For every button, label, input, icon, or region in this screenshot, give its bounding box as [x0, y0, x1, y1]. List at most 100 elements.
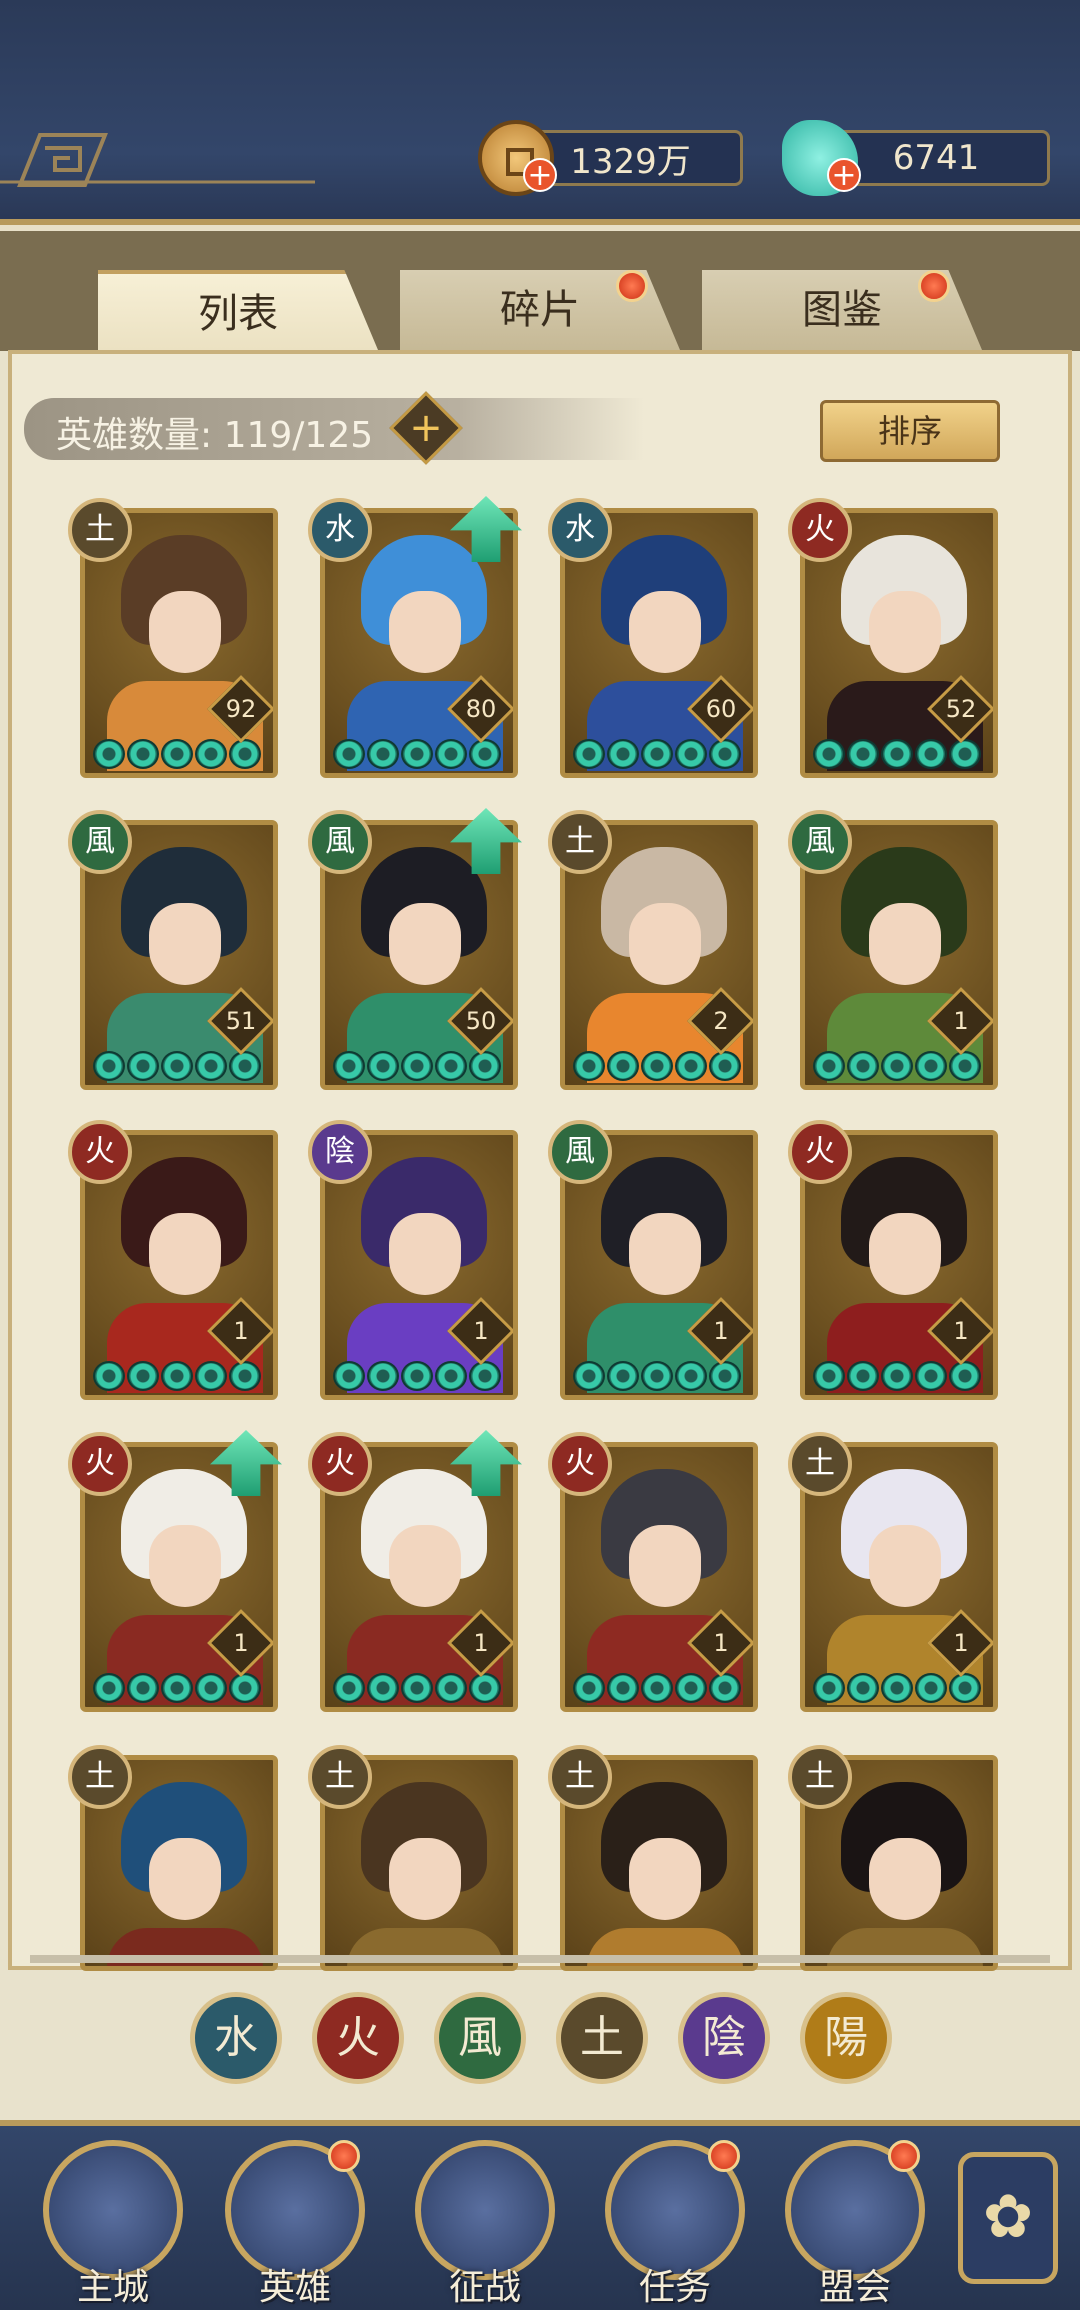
jade-gem-icon	[573, 1051, 605, 1081]
jade-gem-icon	[195, 739, 227, 769]
jade-gem-icon	[607, 1051, 639, 1081]
jade-gem-icon	[195, 1051, 227, 1081]
hero-body	[107, 1928, 263, 1966]
jade-gem-icon	[675, 1361, 707, 1391]
filter-water[interactable]: 水	[190, 1992, 282, 2084]
jade-gem-icon	[573, 1361, 605, 1391]
jade-gem-icon	[675, 1051, 707, 1081]
element-badge: 火	[308, 1432, 372, 1496]
jade-gem-icon	[847, 739, 879, 769]
star-gems	[93, 1051, 273, 1081]
jade-gem-icon	[813, 1673, 845, 1703]
flower-menu-icon: ✿	[982, 2182, 1034, 2252]
hero-face	[389, 903, 461, 985]
nav-main-city[interactable]: 主城	[38, 2140, 188, 2310]
hero-face	[869, 903, 941, 985]
jade-gem-icon	[367, 1361, 399, 1391]
jade-gem-icon	[367, 1051, 399, 1081]
hero-level: 1	[233, 1317, 249, 1345]
nav-campaign-label: 征战	[448, 2267, 521, 2308]
hero-face	[869, 1838, 941, 1920]
jade-gem-icon	[401, 1051, 433, 1081]
jade-gem-icon	[161, 1361, 193, 1391]
nav-heroes[interactable]: 英雄	[220, 2140, 370, 2310]
jade-gem-icon	[229, 1673, 261, 1703]
nav-campaign[interactable]: 征战	[410, 2140, 560, 2310]
hero-level: 1	[713, 1317, 729, 1345]
hero-body	[827, 1928, 983, 1966]
nav-guild[interactable]: 盟会	[780, 2140, 930, 2310]
jade-gem-icon	[607, 1673, 639, 1703]
hero-face	[629, 1525, 701, 1607]
filter-yang[interactable]: 陽	[800, 1992, 892, 2084]
jade-gem-icon	[915, 1673, 947, 1703]
hero-level: 60	[705, 695, 737, 723]
jade-gem-icon	[813, 739, 845, 769]
star-gems	[93, 1673, 273, 1703]
jade-gem-icon	[195, 1673, 227, 1703]
jade-gem-icon	[641, 1673, 673, 1703]
jade-gem-icon	[333, 1361, 365, 1391]
jade-gem-icon	[607, 1361, 639, 1391]
jade-gem-icon	[127, 1051, 159, 1081]
filter-wind[interactable]: 風	[434, 1992, 526, 2084]
nav-tasks[interactable]: 任务	[600, 2140, 750, 2310]
element-badge: 風	[308, 810, 372, 874]
jade-gem-icon	[469, 1361, 501, 1391]
jade-gem-icon	[127, 1361, 159, 1391]
hero-level: 80	[465, 695, 497, 723]
element-badge: 土	[308, 1745, 372, 1809]
jade-gem-icon	[195, 1361, 227, 1391]
hero-face	[149, 903, 221, 985]
element-filter-row: 水 火 風 土 陰 陽	[190, 1992, 892, 2088]
jade-gem-icon	[607, 739, 639, 769]
jade-gem-icon	[469, 1051, 501, 1081]
hero-level: 1	[233, 1629, 249, 1657]
element-badge: 土	[68, 1745, 132, 1809]
hero-face	[869, 1213, 941, 1295]
element-badge: 火	[788, 498, 852, 562]
jade-gem-icon	[881, 739, 913, 769]
nav-tasks-label: 任务	[638, 2267, 711, 2308]
jade-gem-icon	[161, 1673, 193, 1703]
jade-gem-icon	[435, 1361, 467, 1391]
star-gems	[813, 739, 993, 769]
jade-gem-icon	[915, 1361, 947, 1391]
element-badge: 火	[548, 1432, 612, 1496]
hero-face	[389, 1213, 461, 1295]
element-badge: 陰	[308, 1120, 372, 1184]
jade-gem-icon	[367, 1673, 399, 1703]
hero-level: 1	[473, 1317, 489, 1345]
star-gems	[813, 1361, 993, 1391]
star-gems	[333, 1673, 513, 1703]
jade-gem-icon	[949, 1673, 981, 1703]
element-badge: 火	[68, 1120, 132, 1184]
star-gems	[813, 1051, 993, 1081]
more-menu-button[interactable]: ✿	[958, 2152, 1058, 2284]
element-badge: 土	[68, 498, 132, 562]
element-badge: 水	[308, 498, 372, 562]
hero-face	[149, 1838, 221, 1920]
hero-face	[389, 1525, 461, 1607]
hero-face	[869, 1525, 941, 1607]
hero-face	[629, 903, 701, 985]
jade-gem-icon	[949, 739, 981, 769]
jade-gem-icon	[847, 1361, 879, 1391]
star-gems	[573, 1673, 753, 1703]
jade-gem-icon	[127, 1673, 159, 1703]
jade-gem-icon	[229, 1051, 261, 1081]
filter-yin[interactable]: 陰	[678, 1992, 770, 2084]
jade-gem-icon	[469, 1673, 501, 1703]
jade-gem-icon	[93, 739, 125, 769]
jade-gem-icon	[573, 739, 605, 769]
jade-gem-icon	[573, 1673, 605, 1703]
hero-level: 1	[713, 1629, 729, 1657]
jade-gem-icon	[949, 1051, 981, 1081]
guild-notify-dot	[888, 2140, 920, 2172]
filter-fire[interactable]: 火	[312, 1992, 404, 2084]
jade-gem-icon	[641, 739, 673, 769]
jade-gem-icon	[469, 739, 501, 769]
filter-earth[interactable]: 土	[556, 1992, 648, 2084]
jade-gem-icon	[813, 1051, 845, 1081]
jade-gem-icon	[229, 1361, 261, 1391]
